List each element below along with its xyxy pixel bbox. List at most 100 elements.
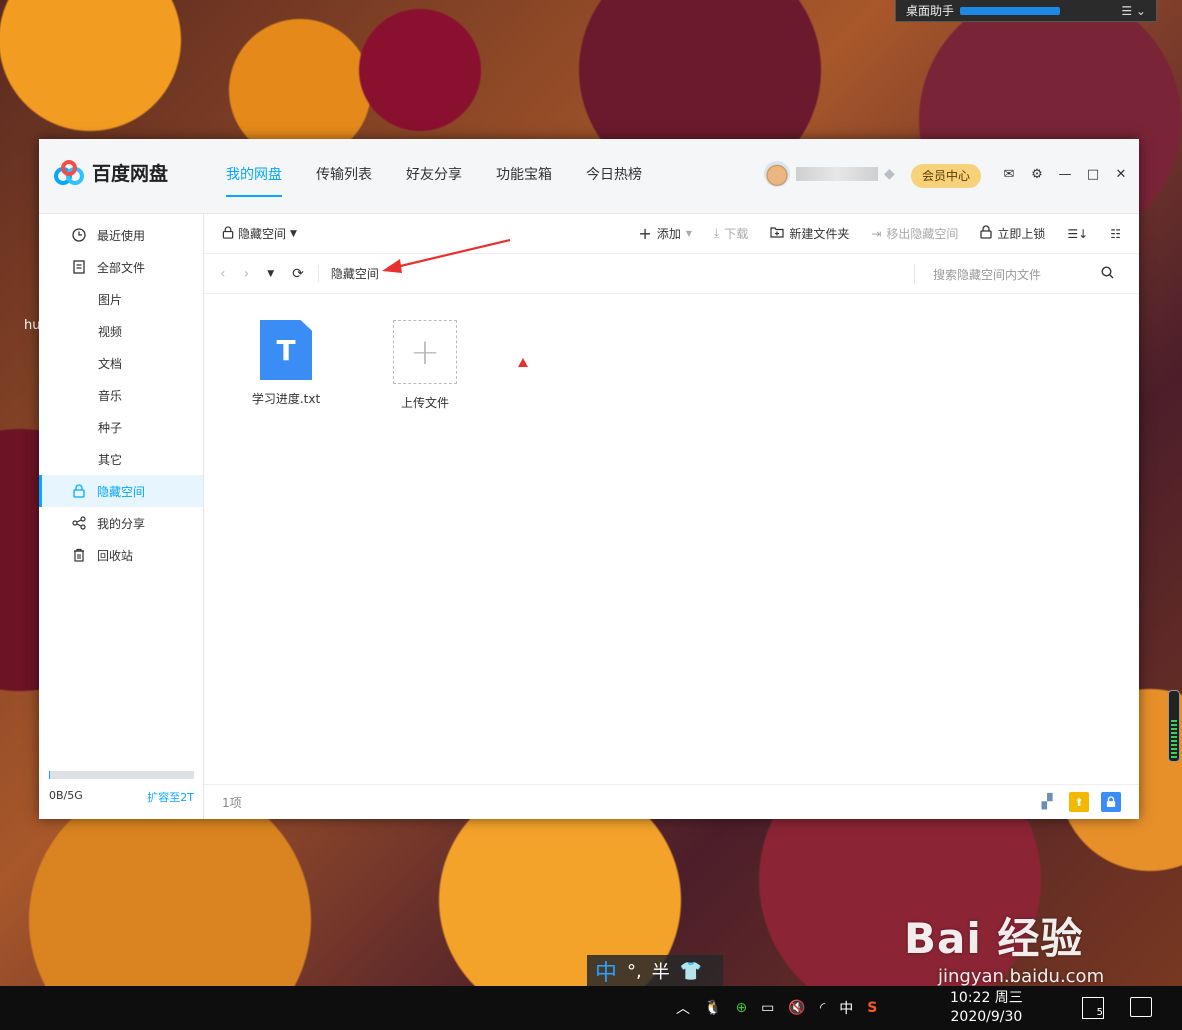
caret-down-icon: ▼ xyxy=(685,229,692,238)
sidebar-item-other[interactable]: 其它 xyxy=(39,443,203,475)
ime-width[interactable]: 半 xyxy=(652,958,670,984)
caret-down-icon: ▼ xyxy=(290,228,297,239)
space-label: 隐藏空间 xyxy=(238,227,287,241)
plus-icon: + xyxy=(638,224,652,243)
mail-icon[interactable]: ✉ xyxy=(1002,167,1016,182)
new-folder-button[interactable]: 新建文件夹 xyxy=(770,225,849,242)
download-icon: ⤓ xyxy=(713,226,720,240)
list-view-icon: ☷ xyxy=(1110,226,1121,241)
user-info[interactable]: ◆ xyxy=(764,161,895,187)
status-bar: 1项 ▞ ⬆ xyxy=(204,784,1139,819)
tab-hot-list[interactable]: 今日热榜 xyxy=(569,139,659,214)
skin-icon[interactable]: 👕 xyxy=(680,961,702,982)
ime-indicator[interactable]: 中 xyxy=(839,998,853,1018)
volume-muted-icon[interactable]: 🔇 xyxy=(788,1000,805,1016)
sidebar-item-recent[interactable]: 最近使用 xyxy=(39,219,203,251)
breadcrumb[interactable]: 隐藏空间 xyxy=(317,265,379,282)
upload-file-button[interactable]: + 上传文件 xyxy=(377,320,473,411)
maximize-icon[interactable]: □ xyxy=(1086,167,1100,182)
sidebar-item-hidden-space[interactable]: 隐藏空间 xyxy=(39,475,203,507)
apps-icon[interactable]: ▞ xyxy=(1037,792,1057,812)
chevron-up-icon[interactable]: ︿ xyxy=(676,998,690,1018)
diamond-icon: ◆ xyxy=(884,166,895,182)
ime-mode[interactable]: 中 xyxy=(595,955,617,987)
notification-count: 5 xyxy=(1096,1007,1103,1018)
move-out-button[interactable]: ⇥ 移出隐藏空间 xyxy=(871,225,958,242)
sogou-icon[interactable]: S xyxy=(867,1000,877,1016)
view-list-button[interactable]: ☷ xyxy=(1110,227,1121,241)
sidebar-item-torrents[interactable]: 种子 xyxy=(39,411,203,443)
download-button[interactable]: ⤓ 下载 xyxy=(714,225,748,242)
tab-friend-share[interactable]: 好友分享 xyxy=(389,139,479,214)
file-name: 学习进度.txt xyxy=(251,392,321,406)
txt-file-icon: T xyxy=(260,320,312,380)
add-label: 添加 xyxy=(656,227,681,241)
watermark-sub: jingyan.baidu.com xyxy=(938,966,1105,987)
ime-status-bar[interactable]: 中 °, 半 👕 xyxy=(587,955,723,987)
settings-icon[interactable]: ⚙ xyxy=(1030,167,1044,182)
document-icon xyxy=(71,259,87,275)
new-folder-label: 新建文件夹 xyxy=(789,227,850,241)
forward-icon[interactable]: › xyxy=(244,266,250,282)
back-icon[interactable]: ‹ xyxy=(220,266,226,282)
qq-icon[interactable]: 🐧 xyxy=(704,1000,721,1016)
sidebar-item-label: 回收站 xyxy=(97,548,134,563)
upload-label: 上传文件 xyxy=(400,396,449,410)
close-icon[interactable]: ✕ xyxy=(1114,167,1128,182)
sidebar-item-images[interactable]: 图片 xyxy=(39,283,203,315)
refresh-icon[interactable]: ⟳ xyxy=(292,266,304,282)
toolbar: 隐藏空间 ▼ + 添加 ▼ ⤓ 下载 新建文件夹 ⇥ 移出隐藏空间 立即上锁 ☰… xyxy=(204,214,1139,254)
move-out-icon: ⇥ xyxy=(871,226,882,241)
tab-my-disk[interactable]: 我的网盘 xyxy=(209,139,299,214)
action-center-icon[interactable] xyxy=(1130,997,1152,1017)
desktop-label: hu xyxy=(24,318,41,333)
sidebar-item-music[interactable]: 音乐 xyxy=(39,379,203,411)
lock-icon[interactable] xyxy=(1101,792,1121,812)
desktop-helper[interactable]: 桌面助手 ☰ ⌄ xyxy=(895,0,1157,22)
battery-icon[interactable]: ▭ xyxy=(761,1000,774,1016)
lock-now-button[interactable]: 立即上锁 xyxy=(980,225,1045,242)
history-dropdown-icon[interactable]: ▼ xyxy=(267,269,274,279)
desktop-helper-bar xyxy=(960,6,1061,15)
lock-icon xyxy=(71,483,87,499)
sidebar-item-my-shares[interactable]: 我的分享 xyxy=(39,507,203,539)
sidebar-item-all-files[interactable]: 全部文件 xyxy=(39,251,203,283)
tab-transfer-list[interactable]: 传输列表 xyxy=(299,139,389,214)
search-input[interactable]: 搜索隐藏空间内文件 xyxy=(933,266,1101,283)
hidden-space-dropdown[interactable]: 隐藏空间 ▼ xyxy=(222,225,297,242)
lock-now-label: 立即上锁 xyxy=(997,227,1046,241)
baidu-netdisk-window: 百度网盘 我的网盘 传输列表 好友分享 功能宝箱 今日热榜 ◆ 会员中心 ✉ ⚙… xyxy=(39,139,1139,819)
baidu-jingyan-watermark: Bai 经验 jingyan.baidu.com xyxy=(904,905,1104,987)
file-item[interactable]: T 学习进度.txt xyxy=(238,320,334,407)
sidebar-item-videos[interactable]: 视频 xyxy=(39,315,203,347)
sort-button[interactable]: ☰↓ xyxy=(1067,227,1088,241)
clock[interactable]: 10:22 周三 2020/9/30 xyxy=(950,989,1023,1027)
sidebar-item-recycle-bin[interactable]: 回收站 xyxy=(39,539,203,571)
main-content: 隐藏空间 ▼ + 添加 ▼ ⤓ 下载 新建文件夹 ⇥ 移出隐藏空间 立即上锁 ☰… xyxy=(204,214,1139,819)
lock-icon xyxy=(980,225,993,242)
address-bar: ‹ › ▼ ⟳ 隐藏空间 搜索隐藏空间内文件 xyxy=(204,254,1139,294)
title-bar: 百度网盘 我的网盘 传输列表 好友分享 功能宝箱 今日热榜 ◆ 会员中心 ✉ ⚙… xyxy=(39,139,1139,214)
notification-icon[interactable]: 5 xyxy=(1082,997,1104,1019)
search-icon[interactable] xyxy=(1101,266,1114,282)
wifi-icon[interactable]: ◜ xyxy=(820,1000,825,1016)
tab-toolbox[interactable]: 功能宝箱 xyxy=(479,139,569,214)
search-box[interactable]: 搜索隐藏空间内文件 xyxy=(914,264,1114,284)
sidebar-item-docs[interactable]: 文档 xyxy=(39,347,203,379)
avatar[interactable] xyxy=(764,161,790,187)
app-logo: 百度网盘 xyxy=(54,159,168,186)
sidebar-item-label: 最近使用 xyxy=(97,228,146,243)
quota-used: 0B/5G xyxy=(49,789,83,802)
quota-fill xyxy=(49,771,51,779)
vip-center-button[interactable]: 会员中心 xyxy=(911,164,981,188)
ime-punct[interactable]: °, xyxy=(627,961,642,982)
menu-icon[interactable]: ☰ ⌄ xyxy=(1121,4,1146,18)
clock-date: 2020/9/30 xyxy=(950,1009,1023,1025)
upload-icon[interactable]: ⬆ xyxy=(1069,792,1089,812)
cloud-logo-icon xyxy=(54,159,84,185)
add-button[interactable]: + 添加 ▼ xyxy=(638,224,692,243)
security-icon[interactable]: ⊕ xyxy=(735,1000,747,1016)
expand-storage-link[interactable]: 扩容至2T xyxy=(147,789,194,805)
trash-icon xyxy=(71,547,87,563)
minimize-icon[interactable]: — xyxy=(1058,167,1072,182)
